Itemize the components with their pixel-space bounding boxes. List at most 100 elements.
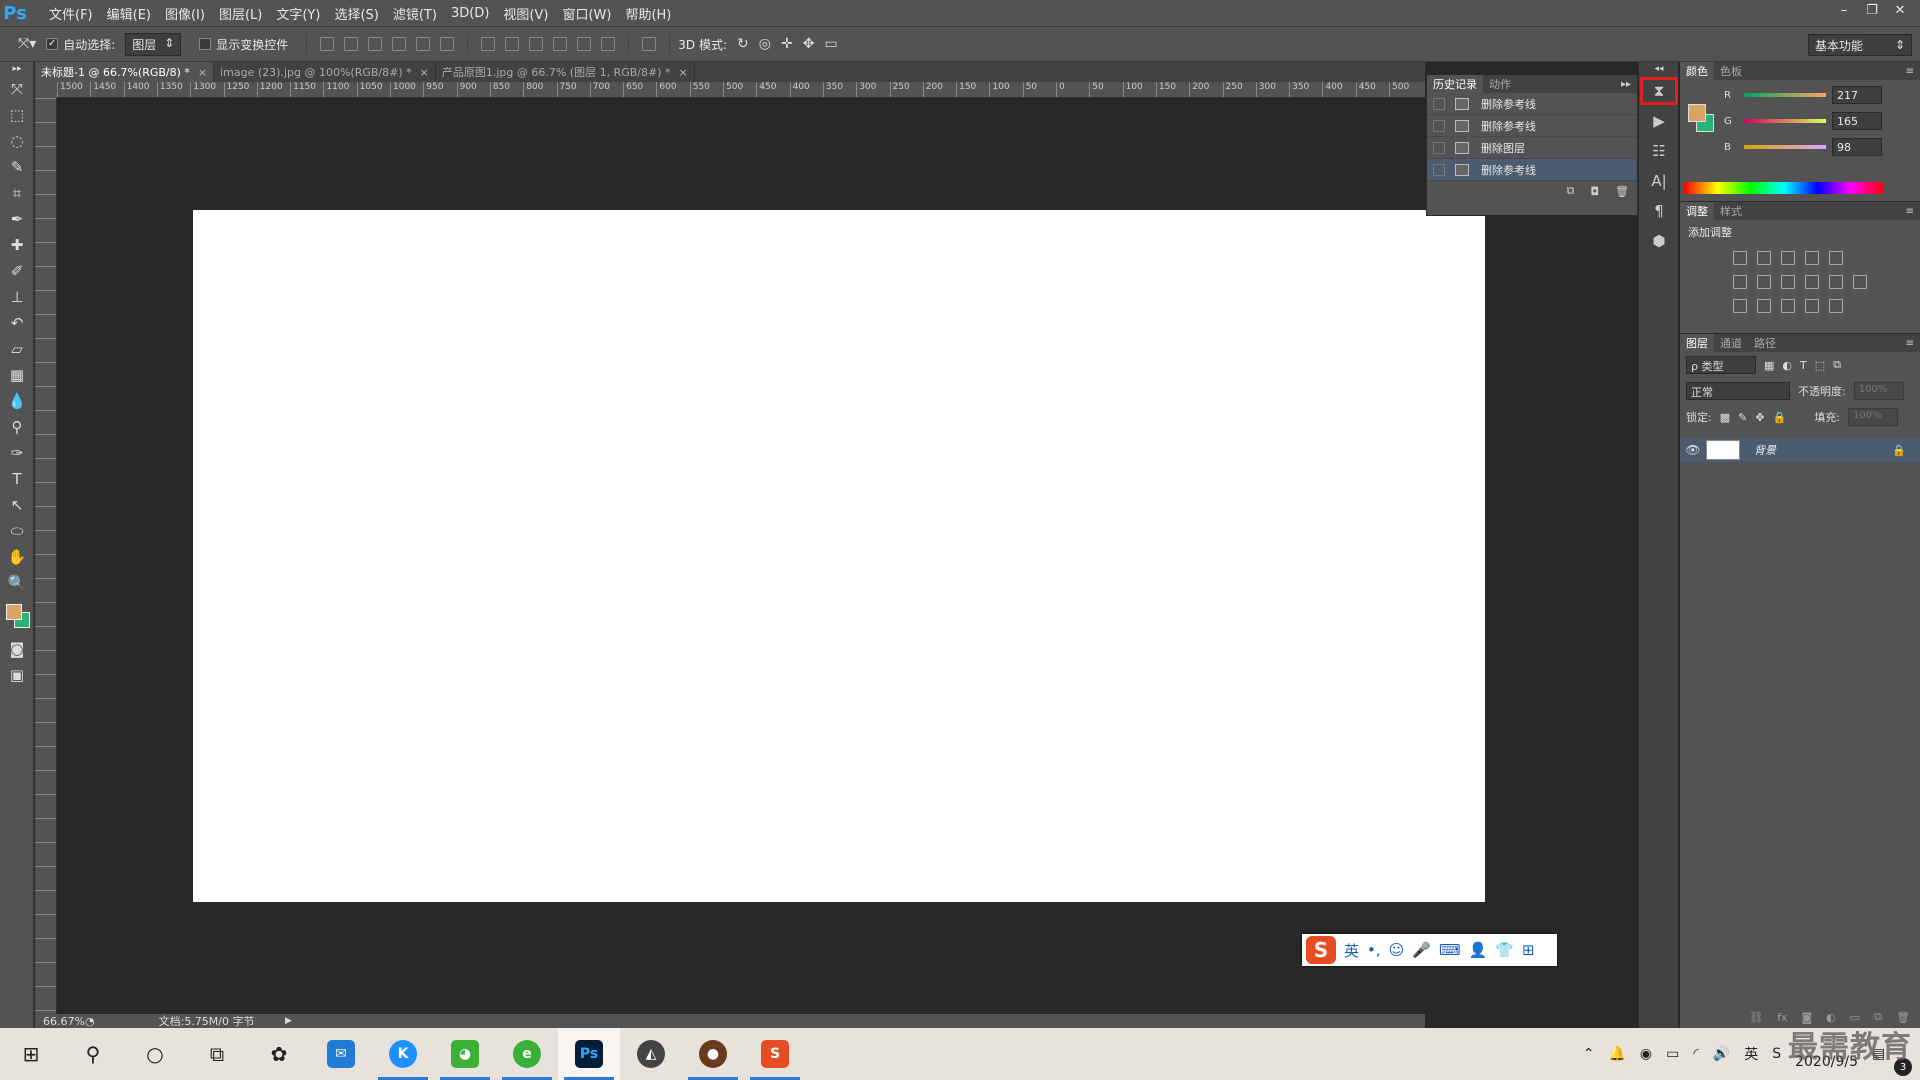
tab-product-original[interactable]: 产品原图1.jpg @ 66.7% (图层 1, RGB/8#) * × [436, 62, 695, 82]
lock-image-icon[interactable]: ✎ [1738, 411, 1747, 424]
document-canvas[interactable] [193, 210, 1485, 902]
filter-shape-icon[interactable]: ⬚ [1815, 359, 1825, 372]
microphone-icon[interactable]: 🎤 [1412, 941, 1431, 959]
panel-expand-icon[interactable]: ▸▸ [1621, 79, 1637, 90]
auto-select-dropdown[interactable]: 图层 ⇕ [125, 32, 182, 56]
new-document-from-state-icon[interactable]: ⧉ [1566, 184, 1574, 198]
filter-adjustment-icon[interactable]: ◐ [1782, 359, 1792, 372]
menu-file[interactable]: 文件(F) [42, 0, 100, 26]
red-value-input[interactable]: 217 [1832, 86, 1882, 104]
delete-trash-icon[interactable]: 🗑 [1615, 185, 1629, 198]
vertical-ruler[interactable] [35, 98, 57, 1014]
foreground-color-chip[interactable] [1688, 104, 1706, 122]
character-icon[interactable]: A| [1639, 166, 1679, 196]
status-menu-arrow-icon[interactable]: ▶ [285, 1016, 292, 1026]
color-lookup-icon[interactable] [1853, 275, 1867, 289]
distribute-left-icon[interactable] [553, 37, 568, 51]
tab-styles[interactable]: 样式 [1714, 202, 1748, 220]
3d-roll-icon[interactable]: ◎ [759, 36, 771, 52]
toolbox-grid-icon[interactable]: ⊞ [1522, 941, 1535, 959]
vibrance-icon[interactable] [1829, 251, 1843, 265]
crop-tool-icon[interactable]: ⌗ [0, 180, 34, 206]
3d-rotate-icon[interactable]: ↻ [737, 36, 749, 52]
hue-saturation-icon[interactable] [1733, 275, 1747, 289]
brightness-icon[interactable] [1733, 251, 1747, 265]
blue-slider[interactable] [1744, 145, 1826, 149]
posterize-icon[interactable] [1757, 299, 1771, 313]
blue-value-input[interactable]: 98 [1832, 138, 1882, 156]
history-source-checkbox[interactable] [1433, 97, 1445, 110]
tab-close-icon[interactable]: × [420, 66, 429, 79]
visibility-eye-icon[interactable]: 👁 [1680, 443, 1706, 457]
black-white-icon[interactable] [1781, 275, 1795, 289]
layer-style-fx-icon[interactable]: fx [1777, 1011, 1787, 1024]
cortana-circle-icon[interactable]: ○ [124, 1028, 186, 1080]
tab-swatches[interactable]: 色板 [1714, 62, 1748, 80]
security-app-icon[interactable]: ◉ [1640, 1046, 1652, 1062]
marquee-tool-icon[interactable]: ⬚ [0, 102, 34, 128]
3d-cube-icon[interactable]: ⬢ [1639, 226, 1679, 256]
menu-edit[interactable]: 编辑(E) [100, 0, 158, 26]
user-icon[interactable]: 👤 [1469, 941, 1488, 959]
battery-icon[interactable]: ▭ [1666, 1046, 1679, 1062]
tray-expand-icon[interactable]: ⌃ [1583, 1046, 1595, 1062]
tab-close-icon[interactable]: × [679, 66, 688, 79]
photo-filter-icon[interactable] [1805, 275, 1819, 289]
3d-scale-icon[interactable]: ▭ [824, 36, 837, 52]
status-info-icon[interactable]: ◔ [85, 1015, 95, 1028]
photos-icon[interactable]: ◭ [620, 1028, 682, 1080]
green-value-input[interactable]: 165 [1832, 112, 1882, 130]
tab-color[interactable]: 颜色 [1680, 62, 1714, 80]
history-source-checkbox[interactable] [1433, 163, 1445, 176]
task-view-icon[interactable]: ⧉ [186, 1028, 248, 1080]
tab-layers[interactable]: 图层 [1680, 334, 1714, 352]
tab-image-23[interactable]: image (23).jpg @ 100%(RGB/8#) * × [214, 62, 436, 82]
ime-punctuation-toggle[interactable]: •, [1367, 941, 1381, 959]
history-panel-icon[interactable]: ⧗ [1639, 76, 1679, 106]
layer-filter-dropdown[interactable]: ρ 类型 [1686, 356, 1756, 374]
history-item[interactable]: 删除参考线 [1427, 93, 1637, 115]
history-source-checkbox[interactable] [1433, 141, 1445, 154]
curves-icon[interactable] [1781, 251, 1795, 265]
selective-color-icon[interactable] [1805, 299, 1819, 313]
volume-icon[interactable]: 🔊 [1713, 1046, 1730, 1062]
tab-history[interactable]: 历史记录 [1427, 75, 1483, 93]
exposure-icon[interactable] [1805, 251, 1819, 265]
lock-transparent-icon[interactable]: ▩ [1720, 411, 1730, 424]
align-vcenter-icon[interactable] [344, 37, 359, 51]
filter-smart-icon[interactable]: ⧉ [1833, 358, 1841, 372]
align-top-icon[interactable] [320, 37, 335, 51]
sogou-taskbar-icon[interactable]: S [744, 1028, 806, 1080]
layer-row-background[interactable]: 👁 背景 🔒 [1680, 438, 1920, 462]
levels-icon[interactable] [1757, 251, 1771, 265]
zoom-tool-icon[interactable]: 🔍 [0, 570, 34, 596]
tab-channels[interactable]: 通道 [1714, 334, 1748, 352]
browser-e-icon[interactable]: e [496, 1028, 558, 1080]
wechat-icon[interactable]: ◕ [434, 1028, 496, 1080]
move-tool-icon[interactable]: ⤧ [0, 76, 34, 102]
distribute-top-icon[interactable] [481, 37, 496, 51]
quick-mask-icon[interactable]: ◙ [0, 636, 34, 662]
canvas-area[interactable] [57, 98, 1485, 1014]
emoji-icon[interactable]: ☺ [1389, 941, 1405, 959]
tab-adjustments[interactable]: 调整 [1680, 202, 1714, 220]
tray-language[interactable]: 英 [1744, 1044, 1758, 1064]
zoom-level[interactable]: 66.67% [35, 1015, 85, 1028]
dodge-tool-icon[interactable]: ⚲ [0, 414, 34, 440]
distribute-hcenter-icon[interactable] [577, 37, 592, 51]
move-tool-icon[interactable]: ⤧▾ [18, 36, 36, 52]
horizontal-ruler[interactable]: 1500 1450 1400 1350 1300 1250 1200 1150 1100 1050… [57, 82, 1425, 98]
color-spectrum-bar[interactable] [1684, 182, 1884, 194]
auto-align-icon[interactable] [642, 37, 657, 51]
skin-shirt-icon[interactable]: 👕 [1495, 941, 1514, 959]
start-windows-icon[interactable]: ⊞ [0, 1028, 62, 1080]
invert-icon[interactable] [1733, 299, 1747, 313]
distribute-right-icon[interactable] [601, 37, 616, 51]
add-mask-icon[interactable]: ◙ [1801, 1011, 1812, 1024]
red-slider[interactable] [1744, 93, 1826, 97]
clone-stamp-tool-icon[interactable]: ⊥ [0, 284, 34, 310]
snapshot-camera-icon[interactable]: ◘ [1590, 185, 1599, 198]
eyedropper-tool-icon[interactable]: ✒ [0, 206, 34, 232]
search-icon[interactable]: ⚲ [62, 1028, 124, 1080]
tab-actions[interactable]: 动作 [1483, 75, 1517, 93]
